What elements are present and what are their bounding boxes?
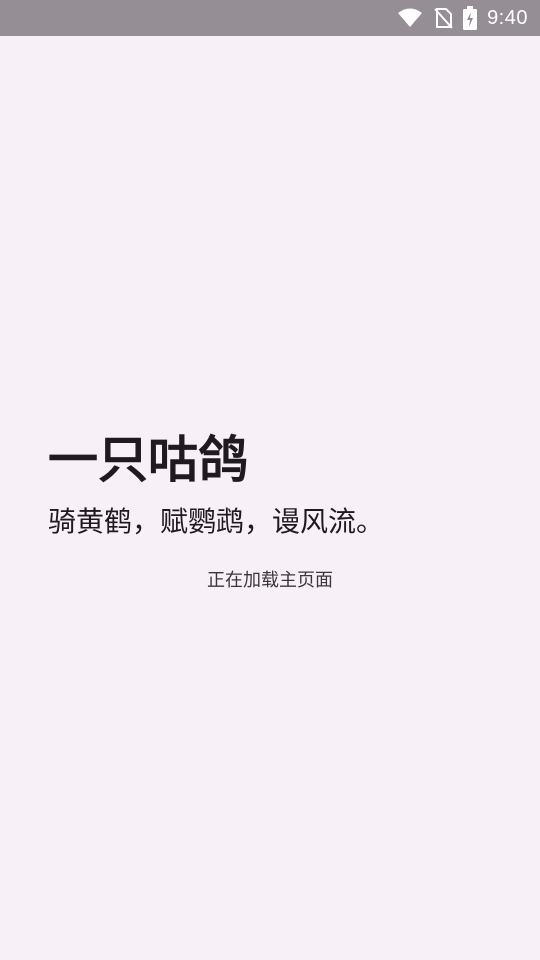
wifi-icon <box>397 7 423 29</box>
splash-screen: 一只咕鸽 骑黄鹤，赋鹦鹉，谩风流。 正在加载主页面 <box>0 36 540 960</box>
app-tagline: 骑黄鹤，赋鹦鹉，谩风流。 <box>48 505 385 538</box>
status-time: 9:40 <box>487 6 528 29</box>
battery-charging-icon <box>463 6 478 30</box>
status-bar: 9:40 <box>0 0 540 36</box>
loading-text: 正在加载主页面 <box>207 570 333 591</box>
app-title: 一只咕鸽 <box>48 431 248 489</box>
no-sim-icon <box>433 7 453 29</box>
